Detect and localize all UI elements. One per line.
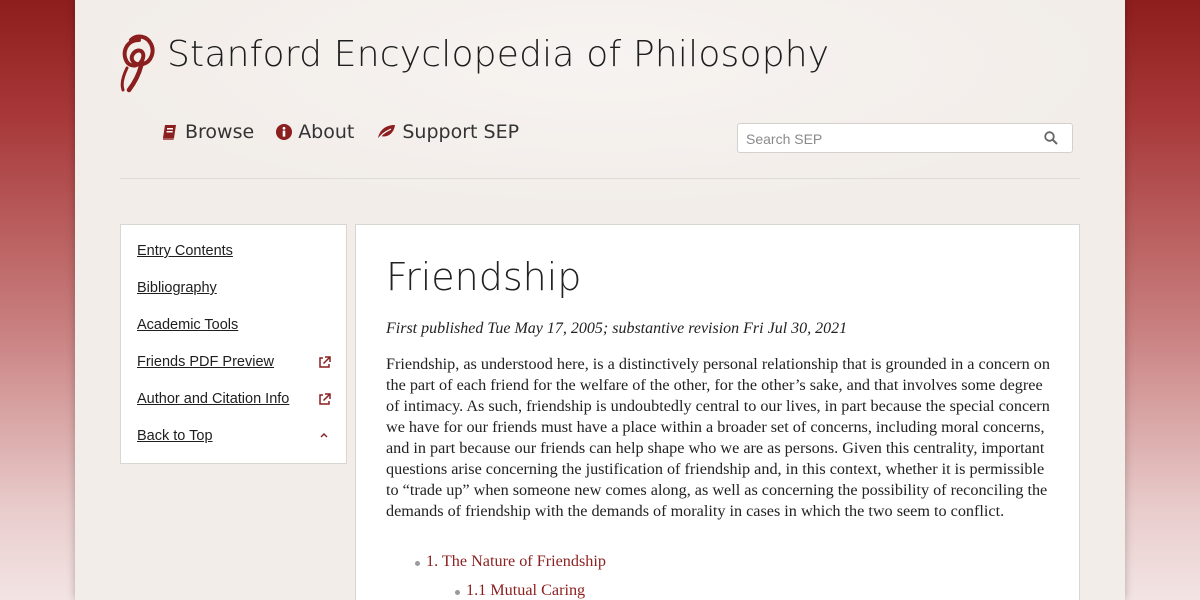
sep-logo-icon[interactable] — [117, 32, 159, 94]
book-icon — [163, 125, 176, 140]
entry-preamble: Friendship, as understood here, is a dis… — [386, 355, 1050, 520]
sidebar-item-pdf-preview: Friends PDF Preview — [137, 354, 331, 374]
sidebar-item-citation-info: Author and Citation Info — [137, 391, 331, 411]
nav-about-label: About — [298, 121, 355, 143]
site-title[interactable]: Stanford Encyclopedia of Philosophy — [167, 34, 829, 75]
toc-bullet — [415, 561, 420, 566]
sidebar-link-bibliography[interactable]: Bibliography — [137, 280, 217, 296]
nav-support[interactable]: Support SEP — [376, 121, 519, 143]
header-divider — [120, 178, 1080, 179]
entry-title: Friendship — [386, 255, 582, 299]
nav-browse-label: Browse — [185, 121, 255, 143]
search-box — [737, 123, 1073, 153]
info-icon — [276, 124, 293, 140]
sidebar-item-entry-contents: Entry Contents — [137, 243, 331, 263]
toc-bullet — [455, 590, 460, 595]
sidebar-link-entry-contents[interactable]: Entry Contents — [137, 243, 233, 259]
sidebar-link-pdf-preview[interactable]: Friends PDF Preview — [137, 354, 274, 370]
external-link-icon[interactable] — [318, 356, 331, 369]
publication-info: First published Tue May 17, 2005; substa… — [386, 320, 848, 337]
sidebar: Entry Contents Bibliography Academic Too… — [120, 224, 347, 464]
entry-content: Friendship First published Tue May 17, 2… — [355, 224, 1080, 600]
page-container: Stanford Encyclopedia of Philosophy Brow… — [75, 0, 1125, 600]
sidebar-link-back-to-top[interactable]: Back to Top — [137, 428, 213, 444]
search-input[interactable] — [744, 128, 1038, 150]
sidebar-link-citation-info[interactable]: Author and Citation Info — [137, 391, 289, 407]
toc-link-mutual-caring[interactable]: 1.1 Mutual Caring — [466, 581, 585, 600]
toc-link-nature-of-friendship[interactable]: 1. The Nature of Friendship — [426, 552, 606, 571]
external-link-icon[interactable] — [318, 393, 331, 406]
sidebar-item-academic-tools: Academic Tools — [137, 317, 331, 337]
sidebar-item-bibliography: Bibliography — [137, 280, 331, 300]
search-icon[interactable] — [1044, 131, 1058, 145]
main-nav: Browse About Support SEP — [161, 121, 519, 143]
chevron-up-icon[interactable] — [319, 431, 329, 441]
nav-support-label: Support SEP — [402, 121, 520, 143]
nav-browse[interactable]: Browse — [161, 121, 254, 143]
leaf-icon — [378, 125, 396, 139]
sidebar-link-academic-tools[interactable]: Academic Tools — [137, 317, 238, 333]
sidebar-item-back-to-top: Back to Top — [137, 428, 331, 448]
nav-about[interactable]: About — [276, 121, 354, 143]
